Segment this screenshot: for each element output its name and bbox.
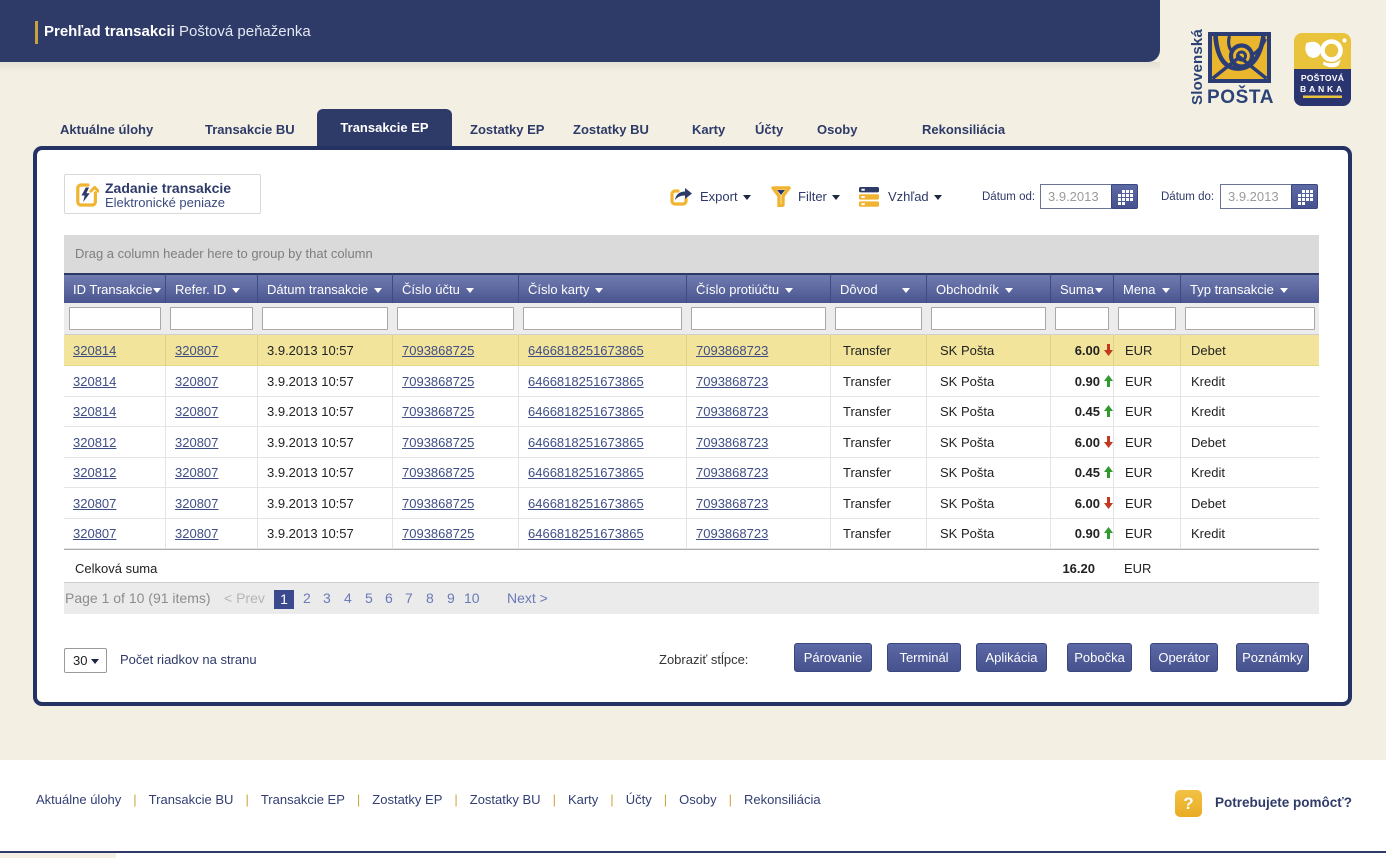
svg-text:BANKA: BANKA [1300,84,1345,94]
svg-text:POŠTOVÁ: POŠTOVÁ [1301,72,1344,83]
